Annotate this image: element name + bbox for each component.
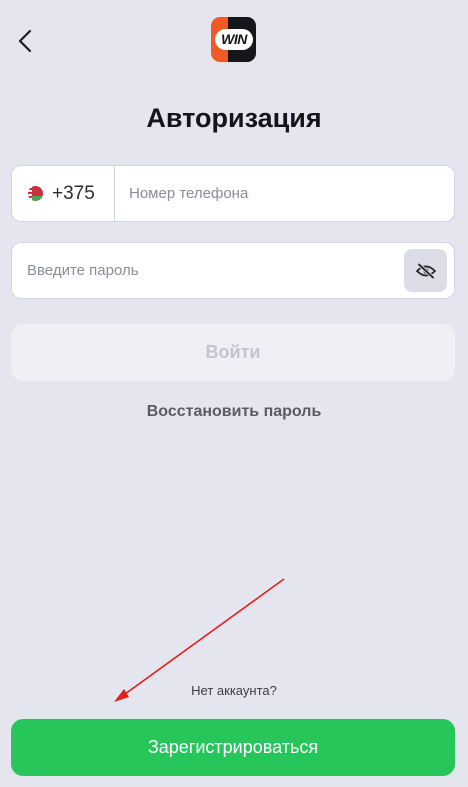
logo-text: WIN — [215, 29, 253, 50]
login-button[interactable]: Войти — [11, 324, 455, 381]
chevron-left-icon — [18, 29, 32, 53]
back-button[interactable] — [8, 22, 42, 60]
eye-slash-icon — [415, 262, 436, 279]
arrow-line — [120, 578, 285, 698]
phone-input[interactable] — [115, 166, 454, 221]
register-button[interactable]: Зарегистрироваться — [11, 719, 455, 776]
password-field — [11, 242, 455, 299]
password-input[interactable] — [12, 242, 404, 299]
password-visibility-toggle[interactable] — [404, 249, 447, 292]
country-selector[interactable]: +375 — [12, 166, 115, 221]
page-title: Авторизация — [146, 103, 322, 133]
no-account-text: Нет аккаунта? — [191, 683, 277, 698]
phone-field: +375 — [11, 165, 455, 222]
belarus-flag-icon — [28, 186, 43, 201]
country-code: +375 — [52, 182, 95, 204]
recover-password-link[interactable]: Восстановить пароль — [0, 403, 468, 421]
app-logo: WIN — [211, 17, 256, 62]
